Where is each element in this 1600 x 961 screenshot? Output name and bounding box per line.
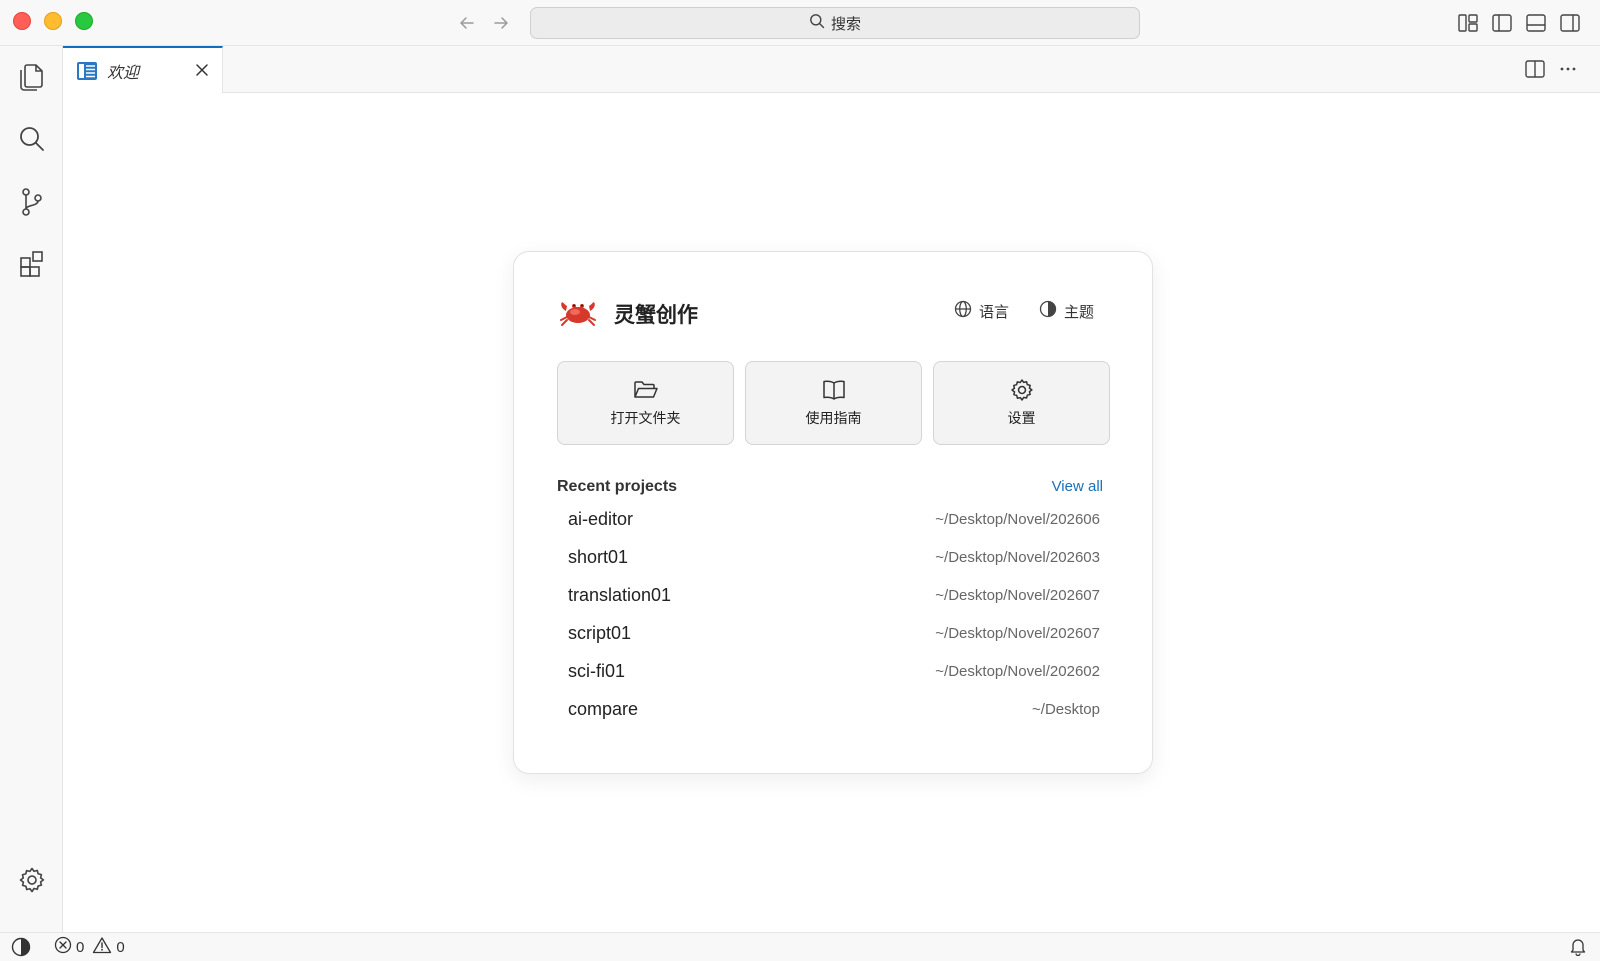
theme-toggle-icon[interactable] [10,936,32,958]
status-bar: 0 0 [0,932,1600,961]
window-maximize-button[interactable] [75,12,93,30]
open-folder-label: 打开文件夹 [610,410,681,426]
recent-project-item[interactable]: script01 ~/Desktop/Novel/202607 [568,621,1100,647]
tab-welcome[interactable]: 欢迎 [63,46,223,93]
welcome-card: 灵蟹创作 语言 主题 打开文件夹 使用指南 设置 Recent projects… [513,251,1153,774]
welcome-icon [76,61,98,81]
settings-button[interactable]: 设置 [933,361,1110,445]
editor-area: 灵蟹创作 语言 主题 打开文件夹 使用指南 设置 Recent projects… [63,93,1600,932]
window-close-button[interactable] [13,12,31,30]
toggle-secondary-sidebar-icon[interactable] [1558,11,1582,35]
project-path: ~/Desktop/Novel/202607 [935,625,1100,642]
recent-project-item[interactable]: short01 ~/Desktop/Novel/202603 [568,545,1100,571]
search-label: 搜索 [830,15,861,33]
user-guide-button[interactable]: 使用指南 [745,361,922,445]
error-count: 0 [76,938,85,956]
open-folder-button[interactable]: 打开文件夹 [557,361,734,445]
welcome-header: 灵蟹创作 语言 主题 [558,294,1110,328]
project-name: compare [568,699,639,719]
settings-label: 设置 [1007,410,1036,426]
recent-projects-heading: Recent projects [557,478,678,495]
source-control-icon[interactable] [14,184,50,220]
recent-project-item[interactable]: translation01 ~/Desktop/Novel/202607 [568,583,1100,609]
close-icon[interactable] [192,60,212,80]
project-path: ~/Desktop [1032,701,1100,718]
language-label: 语言 [979,303,1010,321]
extensions-icon[interactable] [14,246,50,282]
project-name: script01 [568,623,632,643]
crab-emoji-icon [558,294,598,328]
recent-project-item[interactable]: compare ~/Desktop [568,697,1100,723]
app-title: 灵蟹创作 [614,304,698,327]
problems-indicator[interactable]: 0 0 [54,936,125,958]
contrast-icon [1039,300,1057,322]
user-guide-label: 使用指南 [805,410,862,426]
gear-icon [1009,377,1035,403]
window-minimize-button[interactable] [44,12,62,30]
project-path: ~/Desktop/Novel/202606 [935,511,1100,528]
explorer-icon[interactable] [14,58,50,94]
notifications-bell-icon[interactable] [1568,936,1588,956]
language-button[interactable]: 语言 [954,300,1009,322]
tab-bar: 欢迎 [63,46,1600,93]
split-editor-icon[interactable] [1523,57,1547,81]
view-all-link[interactable]: View all [1052,478,1103,495]
toggle-primary-sidebar-icon[interactable] [1490,11,1514,35]
project-name: sci-fi01 [568,661,626,681]
project-path: ~/Desktop/Novel/202607 [935,587,1100,604]
search-icon [809,13,825,33]
app-window: 搜索 欢迎 灵蟹创作 语言 主题 打开文件夹 使用指南 设置 Recent pr… [0,0,1600,961]
command-search-bar[interactable]: 搜索 [530,7,1140,39]
back-arrow-icon[interactable] [455,11,479,35]
project-name: ai-editor [568,509,634,529]
toggle-panel-icon[interactable] [1524,11,1548,35]
book-icon [821,377,847,403]
globe-icon [954,300,972,322]
project-name: short01 [568,547,629,567]
theme-label: 主题 [1064,303,1095,321]
settings-gear-icon[interactable] [14,862,50,898]
folder-open-icon [633,377,659,403]
project-path: ~/Desktop/Novel/202602 [935,663,1100,680]
recent-project-item[interactable]: ai-editor ~/Desktop/Novel/202606 [568,507,1100,533]
project-path: ~/Desktop/Novel/202603 [935,549,1100,566]
error-icon [54,936,72,958]
customize-layout-icon[interactable] [1456,11,1480,35]
search-icon[interactable] [14,121,50,157]
more-actions-icon[interactable] [1556,57,1580,81]
project-name: translation01 [568,585,672,605]
warning-icon [92,936,112,958]
recent-project-item[interactable]: sci-fi01 ~/Desktop/Novel/202602 [568,659,1100,685]
warning-count: 0 [116,938,125,956]
forward-arrow-icon[interactable] [489,11,513,35]
theme-button[interactable]: 主题 [1039,300,1094,322]
tab-label: 欢迎 [107,64,140,82]
title-bar: 搜索 [0,0,1600,46]
activity-bar [0,46,63,932]
